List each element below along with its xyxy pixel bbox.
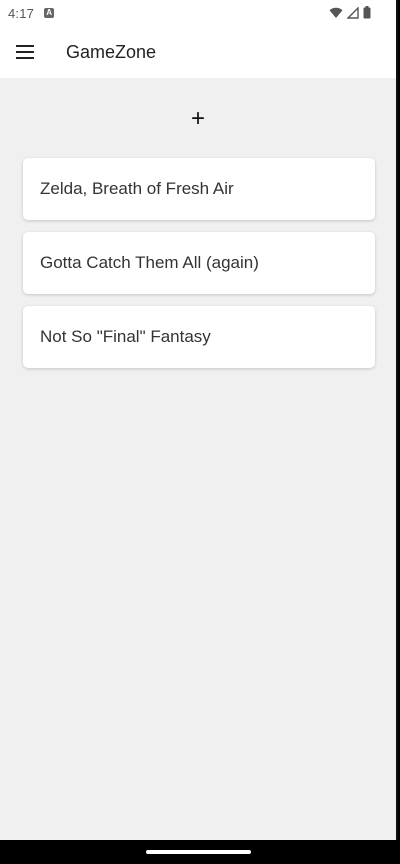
add-game-button[interactable]: + xyxy=(183,104,213,134)
wifi-icon xyxy=(329,7,343,22)
status-time: 4:17 xyxy=(8,5,35,21)
game-card[interactable]: Zelda, Breath of Fresh Air xyxy=(23,158,375,220)
status-icons xyxy=(329,5,371,22)
home-gesture-handle[interactable] xyxy=(146,850,251,854)
screen-edge xyxy=(396,0,398,840)
game-list: Zelda, Breath of Fresh Air Gotta Catch T… xyxy=(23,158,375,380)
battery-icon xyxy=(363,6,371,22)
signal-icon xyxy=(346,5,359,22)
game-card[interactable]: Not So "Final" Fantasy xyxy=(23,306,375,368)
system-nav-bar xyxy=(0,840,400,864)
notification-icon: A xyxy=(44,8,55,18)
hamburger-menu-icon[interactable] xyxy=(0,27,50,77)
game-card[interactable]: Gotta Catch Them All (again) xyxy=(23,232,375,294)
app-title: GameZone xyxy=(66,41,157,62)
app-bar: GameZone xyxy=(0,26,398,78)
status-bar: 4:17 A xyxy=(0,0,398,26)
app-screen: 4:17 A GameZone + Zelda, Breath of Fresh xyxy=(0,0,398,840)
